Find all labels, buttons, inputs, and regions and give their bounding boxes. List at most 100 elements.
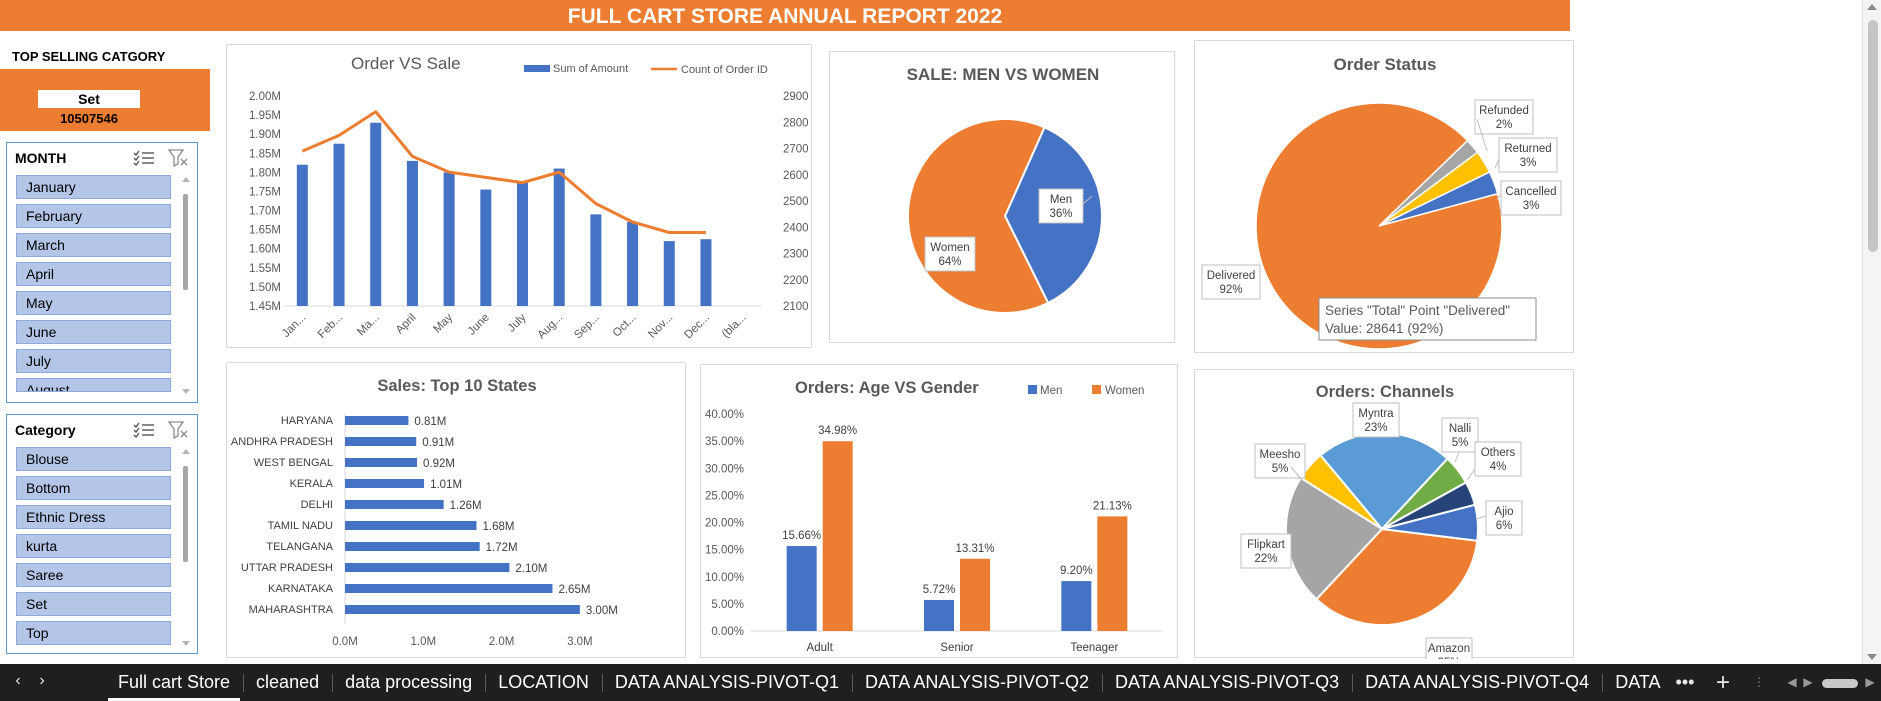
y-left-tick-label: 1.80M [249,167,281,179]
x-tick-label: (bla... [720,312,749,341]
category-slicer-item[interactable]: Saree [16,563,171,587]
vertical-scroll-thumb[interactable] [1868,20,1878,252]
x-tick-label: Jan... [280,312,308,340]
bar-state [345,584,553,593]
y-left-tick-label: 1.55M [249,263,281,275]
category-slicer-item[interactable]: kurta [16,534,171,558]
month-slicer-title: MONTH [15,150,67,166]
horizontal-scroll-thumb[interactable] [1822,679,1858,688]
legend-swatch-sum-of-amount [524,65,550,72]
bar-women [822,441,853,631]
bar-state [345,500,444,509]
scroll-up-icon[interactable] [1867,4,1877,10]
category-slicer-scroll-up-icon[interactable] [182,449,190,454]
label-flipkart-text: 22% [1254,553,1277,565]
scroll-right-mini-icon[interactable]: ▶ [1800,664,1816,701]
bar-state [345,479,425,488]
state-label: HARYANA [281,415,334,427]
category-slicer-scroll-down-icon[interactable] [182,641,190,646]
clear-filter-icon[interactable] [168,421,188,439]
month-slicer-scrollbar[interactable] [183,194,188,290]
vertical-scrollbar[interactable] [1862,0,1881,664]
x-tick-label: Teenager [1070,642,1118,654]
label-ajio-text: Ajio [1494,506,1513,518]
category-slicer-item[interactable]: Blouse [16,447,171,471]
tab-next-icon[interactable]: › [32,672,52,690]
sheet-tab[interactable]: DATA [1605,664,1670,701]
bar-data-label: 34.98% [818,425,857,437]
top-states-chart: Sales: Top 10 States HARYANA 0.81M ANDHRA P… [231,377,618,648]
label-returned-text: 3% [1520,157,1537,169]
category-slicer-item[interactable]: Bottom [16,476,171,500]
x-tick-label: Senior [940,642,973,654]
sheet-tab[interactable]: cleaned [246,664,329,701]
sheet-tab[interactable]: LOCATION [488,664,599,701]
x-tick-label: July [506,311,529,334]
tooltip-line-2: Value: 28641 (92%) [1325,321,1443,336]
bar-sum-of-amount [517,181,528,306]
y-left-tick-label: 1.95M [249,110,281,122]
category-slicer-header: Category [7,415,197,445]
month-slicer-scroll-up-icon[interactable] [182,177,190,182]
legend-label-count-of-order-id: Count of Order ID [681,64,768,76]
month-slicer-scroll-down-icon[interactable] [182,389,190,394]
label-delivered-text: 92% [1219,284,1242,296]
multi-select-icon[interactable] [133,422,155,438]
category-slicer[interactable]: Category Blouse Bottom Ethnic Dress kurta Sa… [6,414,198,654]
y-right-tick-label: 2400 [783,222,809,234]
category-slicer-item[interactable]: Set [16,592,171,616]
sheet-tab[interactable]: DATA ANALYSIS-PIVOT-Q2 [855,664,1099,701]
bar-data-label: 1.26M [450,500,482,512]
month-slicer-item[interactable]: March [16,233,171,257]
label-delivered-text: Delivered [1207,270,1256,282]
sale-men-women-card: SALE: MEN VS WOMEN Men 36% Women 64% [829,51,1175,343]
new-sheet-plus-icon[interactable]: + [1708,664,1738,701]
multi-select-icon[interactable] [133,150,155,166]
label-refunded-text: Refunded [1479,105,1529,117]
sheet-tab[interactable]: DATA ANALYSIS-PIVOT-Q4 [1355,664,1599,701]
y-tick-label: 30.00% [705,463,744,475]
bar-men [924,599,954,631]
month-slicer[interactable]: MONTH January February March April May June Ju… [6,142,198,403]
scroll-right-icon[interactable]: ▶ [1862,664,1878,701]
bar-sum-of-amount [370,122,382,307]
bar-women [1097,516,1128,631]
sheet-tab[interactable]: DATA ANALYSIS-PIVOT-Q3 [1105,664,1349,701]
label-women-text: Women [930,242,969,254]
bar-data-label: 2.65M [558,584,590,596]
bar-data-label: 0.92M [423,458,455,470]
month-slicer-item[interactable]: June [16,320,171,344]
month-slicer-item[interactable]: May [16,291,171,315]
bar-sum-of-amount [590,214,602,306]
label-women-text: 64% [938,256,961,268]
scroll-down-icon[interactable] [1867,654,1877,660]
more-tabs-icon[interactable]: ••• [1670,664,1700,701]
scroll-left-icon[interactable]: ◀ [1784,664,1800,701]
month-slicer-item[interactable]: April [16,262,171,286]
clear-filter-icon[interactable] [168,149,188,167]
y-left-tick-label: 1.70M [249,206,281,218]
month-slicer-item[interactable]: February [16,204,171,228]
tab-separator [332,674,334,692]
sheet-tab[interactable]: data processing [335,664,482,701]
state-label: TAMIL NADU [268,520,333,532]
month-slicer-item[interactable]: January [16,175,171,199]
sheet-tab[interactable]: DATA ANALYSIS-PIVOT-Q1 [605,664,849,701]
bar-men [786,546,817,631]
x-tick-label: May [431,311,455,335]
category-slicer-scrollbar[interactable] [183,466,188,562]
legend-swatch-men [1028,385,1037,394]
order-status-card: Order Status Refunded 2% Returned 3% Cancelle… [1194,40,1574,353]
month-slicer-item[interactable]: August [16,378,171,392]
category-slicer-item[interactable]: Ethnic Dress [16,505,171,529]
category-slicer-item[interactable]: Top [16,621,171,645]
tab-prev-icon[interactable]: ‹ [8,672,28,690]
chart-title: Order Status [1334,55,1437,74]
month-slicer-item[interactable]: July [16,349,171,373]
callout-line-nalli [1454,451,1460,463]
bar-data-label: 15.66% [782,530,821,542]
label-men-text: Men [1050,194,1072,206]
top-selling-value: 10507546 [60,111,118,126]
top-selling-category-card: TOP SELLING CATGORY Set 10507546 [0,45,210,131]
sheet-tab[interactable]: Full cart Store [108,664,241,701]
